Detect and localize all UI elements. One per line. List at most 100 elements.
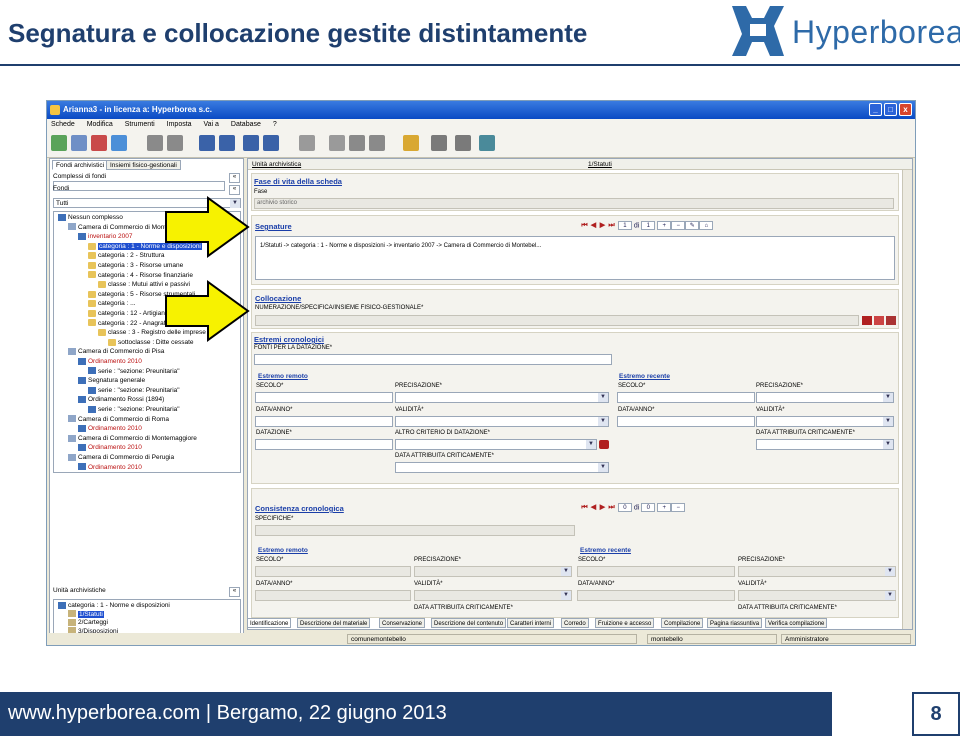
last-record-icon[interactable]: ⏭ — [607, 221, 616, 231]
tree-node[interactable]: Ordinamento 2010 — [78, 463, 142, 472]
recente-secolo-field[interactable] — [617, 392, 755, 403]
clipboard-icon[interactable] — [369, 135, 385, 151]
tree-node[interactable]: Camera di Commercio di Pisa — [68, 347, 164, 357]
remoto-precisazione-select[interactable]: ▼ — [395, 392, 609, 403]
prev-record-icon[interactable]: ◀ — [589, 221, 598, 231]
menu-schede[interactable]: Schede — [51, 121, 75, 128]
move-bottom-icon[interactable] — [263, 135, 279, 151]
tab-insiemi-fisico-gestionali[interactable]: Insiemi fisico-gestionali — [106, 160, 181, 170]
cons-recente-precisazione-select[interactable]: ▼ — [738, 566, 896, 577]
delete-icon[interactable] — [91, 135, 107, 151]
spellcheck-icon[interactable] — [431, 135, 447, 151]
go-to-icon[interactable] — [862, 316, 872, 325]
collapse-unita-icon[interactable]: « — [229, 587, 240, 597]
prev-record-icon[interactable]: ◀ — [589, 503, 598, 513]
unlink-icon[interactable] — [886, 316, 896, 325]
tab-descrizione-del-materiale[interactable]: Descrizione del materiale — [297, 618, 371, 628]
paste-icon[interactable] — [349, 135, 365, 151]
segnature-path[interactable]: 1/Statuti -> categoria : 1 - Norme e dis… — [260, 243, 541, 249]
fonti-field[interactable] — [254, 354, 612, 365]
tab-conservazione[interactable]: Conservazione — [379, 618, 426, 628]
cons-remoto-validita-select[interactable]: ▼ — [414, 590, 572, 601]
tree-node[interactable]: inventario 2007 — [78, 232, 132, 242]
cons-remoto-precisazione-select[interactable]: ▼ — [414, 566, 572, 577]
tab-corredo[interactable]: Corredo — [561, 618, 589, 628]
close-button[interactable]: x — [899, 103, 912, 116]
cons-remoto-secolo-field[interactable] — [255, 566, 411, 577]
edit-pen-icon[interactable]: ✎ — [685, 221, 700, 230]
link-icon[interactable] — [874, 316, 884, 325]
scissors-icon[interactable] — [329, 135, 345, 151]
add-icon[interactable]: + — [657, 221, 672, 230]
consistenza-index[interactable]: 0 — [617, 503, 632, 512]
move-down-icon[interactable] — [243, 135, 259, 151]
next-record-icon[interactable]: ▶ — [598, 221, 607, 231]
tree-node[interactable]: Ordinamento Rossi (1894) — [78, 395, 164, 405]
tools-icon[interactable] — [455, 135, 471, 151]
menu-imposta[interactable]: Imposta — [167, 121, 192, 128]
fase-field[interactable]: archivio storico — [254, 198, 894, 209]
last-record-icon[interactable]: ⏭ — [607, 503, 616, 513]
cons-recente-secolo-field[interactable] — [577, 566, 735, 577]
tab-identificazione[interactable]: Identificazione — [247, 618, 292, 628]
tree-node[interactable]: serie : "sezione: Preunitaria" — [88, 367, 180, 377]
complessi-field[interactable] — [53, 181, 225, 191]
recente-attribuita-select[interactable]: ▼ — [756, 439, 894, 450]
tree-node[interactable]: Ordinamento 2010 — [78, 357, 142, 367]
tree-node[interactable]: categoria : 22 - Anagrafe — [88, 319, 169, 329]
menu-help[interactable]: ? — [273, 121, 277, 128]
tree-node[interactable]: Ordinamento 2010 — [78, 443, 142, 453]
refresh-icon[interactable] — [111, 135, 127, 151]
tree-node[interactable]: serie : "sezione: Preunitaria" — [88, 405, 180, 415]
tree-node[interactable]: serie : "sezione: Preunitaria" — [88, 386, 180, 396]
segnature-index[interactable]: 1 — [617, 221, 632, 230]
tree-node[interactable]: Camera di Commercio di Monte... — [68, 223, 175, 233]
first-record-icon[interactable]: ⏮ — [580, 503, 589, 513]
tab-fruizione-e-accesso[interactable]: Fruizione e accesso — [595, 618, 655, 628]
collocazione-field[interactable] — [255, 315, 859, 326]
remoto-attribuita-select[interactable]: ▼ — [395, 462, 609, 473]
tree-node[interactable]: Segnatura generale — [78, 376, 145, 386]
tree-node[interactable]: categoria : 3 - Risorse umane — [88, 261, 183, 271]
cut-icon[interactable] — [147, 135, 163, 151]
specifiche-field[interactable] — [255, 525, 575, 536]
copy-icon[interactable] — [167, 135, 183, 151]
cons-recente-validita-select[interactable]: ▼ — [738, 590, 896, 601]
remove-icon[interactable]: − — [671, 503, 686, 512]
maximize-button[interactable]: □ — [884, 103, 897, 116]
tab-caratteri-interni[interactable]: Caratteri interni — [507, 618, 555, 628]
remoto-validita-select[interactable]: ▼ — [395, 416, 609, 427]
tab-pagina-riassuntiva[interactable]: Pagina riassuntiva — [707, 618, 763, 628]
tree-node[interactable]: Camera di Commercio di Montemaggiore — [68, 434, 197, 444]
remoto-data-field[interactable] — [255, 416, 393, 427]
cons-remoto-data-field[interactable] — [255, 590, 411, 601]
next-record-icon[interactable]: ▶ — [598, 503, 607, 513]
datazione-field[interactable] — [255, 439, 393, 450]
edit-icon[interactable] — [71, 135, 87, 151]
menu-modifica[interactable]: Modifica — [87, 121, 113, 128]
altro-criterio-select[interactable]: ▼ — [395, 439, 597, 450]
vertical-scrollbar[interactable] — [902, 170, 912, 629]
remoto-secolo-field[interactable] — [255, 392, 393, 403]
collapse-fondi-icon[interactable]: « — [229, 185, 240, 195]
tab-fondi-archivistici[interactable]: Fondi archivistici — [52, 160, 109, 170]
menu-vai-a[interactable]: Vai a — [204, 121, 219, 128]
tree-node[interactable]: categoria : 2 - Struttura — [88, 251, 164, 261]
menu-strumenti[interactable]: Strumenti — [125, 121, 155, 128]
tree-node[interactable]: Nessun complesso — [58, 213, 123, 223]
tab-verifica-compilazione[interactable]: Verifica compilazione — [765, 618, 828, 628]
tree-node[interactable]: categoria : 4 - Risorse finanziarie — [88, 271, 193, 281]
print-icon[interactable] — [299, 135, 315, 151]
tab-compilazione[interactable]: Compilazione — [661, 618, 704, 628]
tree-node[interactable]: categoria : ... — [88, 299, 136, 309]
first-record-icon[interactable]: ⏮ — [580, 221, 589, 231]
tree-node[interactable]: Ordinamento 2010 — [78, 424, 142, 434]
tab-descrizione-del-contenuto[interactable]: Descrizione del contenuto — [431, 618, 507, 628]
tree-node[interactable]: Camera di Commercio di Perugia — [68, 453, 174, 463]
calendar-icon[interactable] — [599, 440, 609, 449]
book-icon[interactable] — [403, 135, 419, 151]
tree-node[interactable]: categoria : 12 - Artigianato — [88, 309, 174, 319]
cons-recente-data-field[interactable] — [577, 590, 735, 601]
add-icon[interactable]: + — [657, 503, 672, 512]
menu-database[interactable]: Database — [231, 121, 261, 128]
